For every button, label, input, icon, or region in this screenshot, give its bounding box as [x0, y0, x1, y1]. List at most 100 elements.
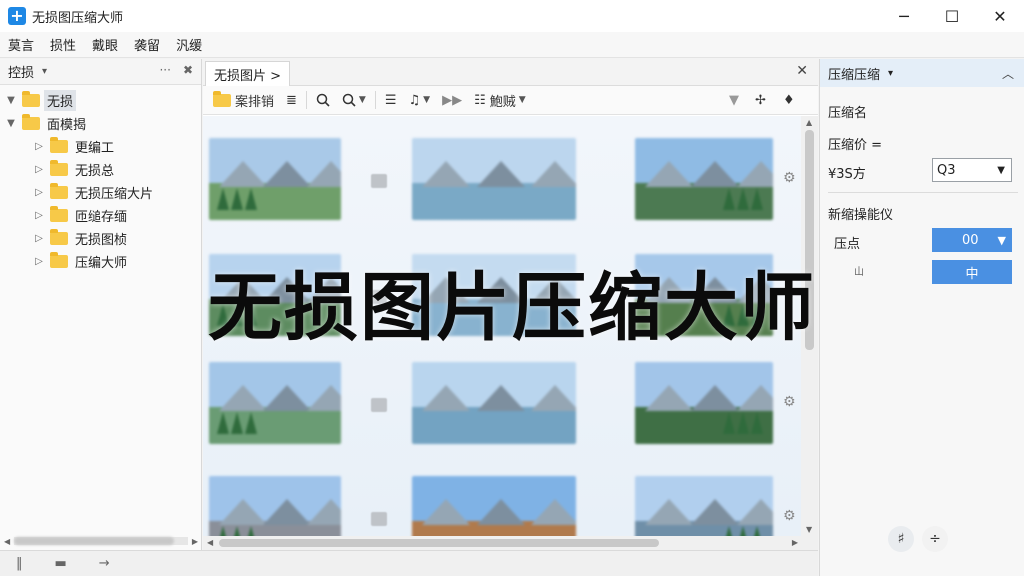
tree-item[interactable]: ▷ 更编工 [0, 135, 201, 158]
tree-item-label: 面模揭 [47, 118, 87, 133]
gear-icon[interactable]: ⚙ [783, 286, 796, 302]
gear-icon[interactable]: ⚙ [783, 508, 796, 524]
tree-item[interactable]: ▷ 无损压缩大片 [0, 181, 201, 204]
tree-item[interactable]: ▷ 无损图桢 [0, 227, 201, 250]
play-icon[interactable]: ▶▶ [436, 93, 468, 108]
chevron-right-icon[interactable]: ▷ [32, 187, 46, 198]
columns-icon[interactable]: ‖ [16, 556, 23, 571]
left-horizontal-scrollbar[interactable]: ◀ ▶ [4, 534, 198, 548]
scroll-thumb[interactable] [805, 130, 814, 350]
folder-icon [50, 252, 68, 268]
tab-images[interactable]: 无损图片 > [205, 61, 291, 87]
mini-label: 山 [854, 267, 864, 278]
close-panel-icon[interactable]: ✖ [183, 63, 193, 77]
chevron-down-icon[interactable]: ▾ [888, 68, 893, 79]
maximize-button[interactable]: ☐ [928, 0, 976, 32]
image-thumbnail[interactable] [412, 362, 576, 444]
image-thumbnail[interactable] [209, 362, 341, 444]
divide-icon[interactable]: ÷ [922, 526, 948, 552]
scroll-thumb[interactable] [14, 537, 175, 545]
scroll-up-icon[interactable]: ▲ [806, 118, 812, 127]
image-thumbnail[interactable] [209, 476, 341, 536]
tree-item[interactable]: ▼ 无损 [0, 89, 201, 112]
image-thumbnail[interactable] [412, 476, 576, 536]
zoom-dropdown[interactable]: ▼ [336, 93, 372, 107]
folder-icon [50, 229, 68, 245]
scroll-down-icon[interactable]: ▼ [806, 525, 812, 534]
section-divider [828, 192, 1018, 193]
image-thumbnail[interactable] [412, 138, 576, 220]
grid-icon[interactable]: ♯ [888, 526, 914, 552]
center-horizontal-scrollbar[interactable]: ◀ ▶ [203, 536, 818, 550]
tree-item[interactable]: ▼ 面模揭 [0, 112, 201, 135]
menu-item-4[interactable]: 袭留 [126, 35, 168, 54]
scroll-left-icon[interactable]: ◀ [207, 538, 213, 547]
chevron-right-icon[interactable]: ▷ [32, 141, 46, 152]
image-badge-icon [371, 174, 387, 188]
chevron-down-icon: ▼ [997, 164, 1005, 176]
folder-panel-title[interactable]: 控损 [8, 62, 34, 81]
chevron-down-icon: ▼ [358, 95, 366, 105]
image-thumbnail[interactable] [209, 138, 341, 220]
apply-button[interactable]: 中 [932, 260, 1012, 284]
list-view-icon[interactable]: ☰ [379, 93, 403, 108]
collapse-panel-icon[interactable]: ︿ [1002, 65, 1014, 82]
point-select[interactable]: 00 ▼ [932, 228, 1012, 252]
tree-item[interactable]: ▷ 匝缒存缅 [0, 204, 201, 227]
menu-item-3[interactable]: 戴眼 [84, 35, 126, 54]
image-thumbnail[interactable] [209, 254, 341, 336]
gear-icon[interactable]: ⚙ [783, 170, 796, 186]
folder-tree: ▼ 无损 ▼ 面模揭 ▷ 更编工 ▷ 无损总 ▷ 无损压缩大片 ▷ 匝缒存缅 ▷ 无损图桢 ▷ 压编大师 [0, 85, 201, 273]
sort-icon[interactable]: ≣ [280, 93, 303, 108]
image-thumbnail[interactable] [635, 138, 773, 220]
image-thumbnail[interactable] [635, 362, 773, 444]
pin-icon[interactable]: ✢ [749, 93, 772, 108]
chevron-down-icon[interactable]: ▼ [4, 95, 18, 106]
scroll-right-icon[interactable]: ▶ [192, 537, 198, 546]
scroll-thumb[interactable] [219, 539, 659, 547]
tree-item[interactable]: ▷ 无损总 [0, 158, 201, 181]
image-thumbnail[interactable] [635, 476, 773, 536]
chevron-down-icon[interactable]: ▾ [42, 66, 47, 77]
quality-select[interactable]: Q3 ▼ [932, 158, 1012, 182]
window-controls: ─ ☐ ✕ [880, 0, 1024, 32]
gear-icon[interactable]: ⚙ [783, 394, 796, 410]
search-icon[interactable] [310, 93, 336, 107]
close-tab-icon[interactable]: ✕ [796, 63, 808, 79]
chevron-down-icon[interactable]: ▼ [4, 118, 18, 129]
menu-item-2[interactable]: 损性 [42, 35, 84, 54]
storage-icon[interactable]: ▬ [55, 556, 67, 571]
music-note-icon: ♫ [408, 92, 421, 108]
chevron-right-icon[interactable]: ▷ [32, 164, 46, 175]
arrow-right-icon[interactable]: → [99, 556, 110, 571]
more-icon[interactable]: ··· [159, 63, 170, 77]
tab-bar: 无损图片 > ✕ [203, 59, 818, 87]
folder-select[interactable]: 案排销 [203, 90, 280, 110]
scroll-left-icon[interactable]: ◀ [4, 537, 10, 546]
tree-item[interactable]: ▷ 压编大师 [0, 250, 201, 273]
image-browser: 无损图片 > ✕ 案排销 ≣ ▼ ☰ ♫ ▼ ▶▶ ☷ 鮑贼 ▼ ▼ ✢ ♦ ⚙… [203, 59, 818, 550]
scroll-right-icon[interactable]: ▶ [792, 538, 798, 547]
menu-item-1[interactable]: 莫言 [0, 35, 42, 54]
vertical-scrollbar[interactable]: ▲ ▼ [801, 116, 818, 536]
music-dropdown[interactable]: ♫ ▼ [403, 93, 437, 108]
chevron-right-icon[interactable]: ▷ [32, 210, 46, 221]
bell-icon[interactable]: ♦ [777, 93, 801, 108]
point-label: 压点 [834, 237, 861, 252]
settings-panel-title[interactable]: 压缩压缩 [828, 64, 880, 83]
menu-item-5[interactable]: 汎缓 [168, 35, 210, 54]
close-button[interactable]: ✕ [976, 0, 1024, 32]
title-bar: + 无损图压缩大师 ─ ☐ ✕ [0, 0, 1024, 32]
chevron-down-icon: ▼ [997, 233, 1006, 247]
filter-dropdown-icon[interactable]: ▼ [723, 93, 745, 108]
chevron-right-icon[interactable]: ▷ [32, 256, 46, 267]
chevron-right-icon[interactable]: ▷ [32, 233, 46, 244]
image-badge-icon [371, 398, 387, 412]
image-thumbnail[interactable] [635, 254, 773, 336]
view-dropdown[interactable]: ☷ 鮑贼 ▼ [468, 91, 532, 110]
image-thumbnail[interactable] [412, 254, 576, 336]
folder-icon [50, 137, 68, 153]
compression-name-label: 压缩名 [828, 106, 868, 121]
minimize-button[interactable]: ─ [880, 0, 928, 32]
tree-item-label: 压编大师 [75, 256, 128, 271]
